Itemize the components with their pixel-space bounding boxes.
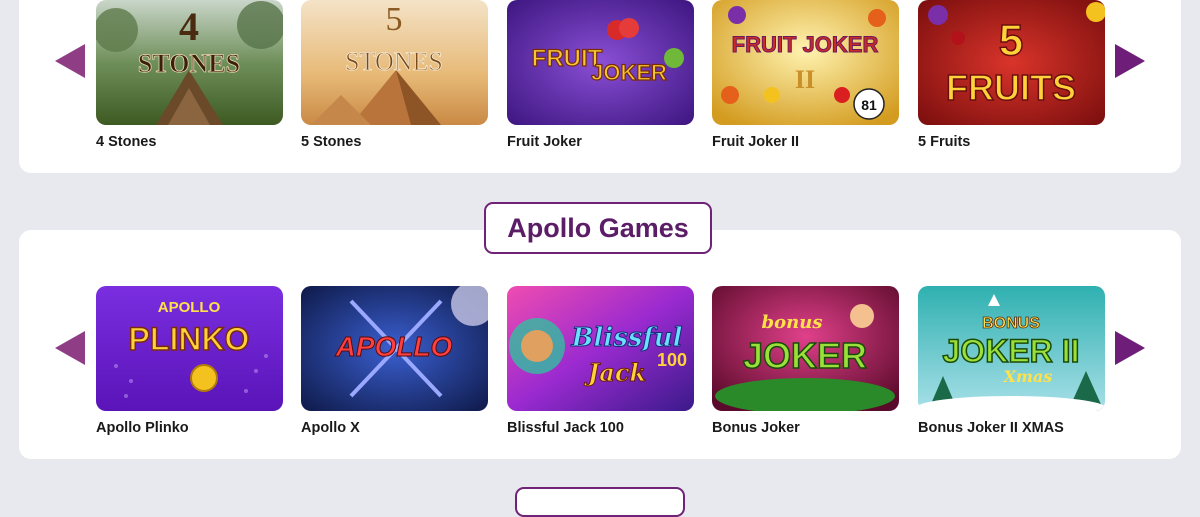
svg-text:PLINKO: PLINKO xyxy=(129,321,250,357)
svg-text:JOKER: JOKER xyxy=(743,335,867,376)
svg-text:JOKER II: JOKER II xyxy=(943,333,1080,369)
svg-text:bonus: bonus xyxy=(762,312,823,333)
svg-text:Xmas: Xmas xyxy=(1003,367,1053,386)
game-title[interactable]: Fruit Joker xyxy=(507,134,582,150)
game-tile-bonus-joker[interactable]: bonus JOKER xyxy=(712,286,899,411)
section-title-apollo-games: Apollo Games xyxy=(484,202,712,254)
game-title[interactable]: 4 Stones xyxy=(96,134,156,150)
game-thumbnail-image: FRUIT JOKER xyxy=(507,0,694,125)
game-thumbnail-image: APOLLO xyxy=(301,286,488,411)
carousel-next-button[interactable] xyxy=(1115,44,1145,78)
game-thumbnail-image: BONUS JOKER II Xmas xyxy=(918,286,1105,411)
game-thumbnail-image: bonus JOKER xyxy=(712,286,899,411)
game-thumbnail-image: 5 FRUITS xyxy=(918,0,1105,125)
carousel-next-button[interactable] xyxy=(1115,331,1145,365)
svg-text:APOLLO: APOLLO xyxy=(158,299,221,316)
game-title[interactable]: Blissful Jack 100 xyxy=(507,420,624,436)
game-tile-fruit-joker[interactable]: FRUIT JOKER xyxy=(507,0,694,125)
svg-text:FRUITS: FRUITS xyxy=(946,67,1076,108)
svg-text:FRUIT JOKER: FRUIT JOKER xyxy=(732,32,879,57)
game-title[interactable]: Bonus Joker II XMAS xyxy=(918,420,1064,436)
game-tile-bonus-joker-ii-xmas[interactable]: BONUS JOKER II Xmas xyxy=(918,286,1105,411)
game-tile-blissful-jack-100[interactable]: Blissful Jack 100 xyxy=(507,286,694,411)
svg-text:Blissful: Blissful xyxy=(571,323,683,353)
svg-text:81: 81 xyxy=(861,97,877,113)
svg-text:BONUS: BONUS xyxy=(982,315,1040,332)
svg-text:APOLLO: APOLLO xyxy=(335,331,453,362)
game-tile-apollo-plinko[interactable]: APOLLO PLINKO xyxy=(96,286,283,411)
game-thumbnail-image: FRUIT JOKER II 81 xyxy=(712,0,899,125)
svg-text:100: 100 xyxy=(657,350,687,370)
game-title[interactable]: Fruit Joker II xyxy=(712,134,799,150)
game-tile-5-fruits[interactable]: 5 FRUITS xyxy=(918,0,1105,125)
game-title[interactable]: Apollo Plinko xyxy=(96,420,189,436)
game-tile-4-stones[interactable]: 4 STONES xyxy=(96,0,283,125)
game-tile-fruit-joker-ii[interactable]: FRUIT JOKER II 81 xyxy=(712,0,899,125)
svg-text:STONES: STONES xyxy=(345,47,443,76)
carousel-prev-button[interactable] xyxy=(55,331,85,365)
game-tile-apollo-x[interactable]: APOLLO xyxy=(301,286,488,411)
game-tile-5-stones[interactable]: 5 STONES xyxy=(301,0,488,125)
svg-text:II: II xyxy=(795,65,815,94)
game-thumbnail-image: Blissful Jack 100 xyxy=(507,286,694,411)
game-thumbnail-image: APOLLO PLINKO xyxy=(96,286,283,411)
carousel-prev-button[interactable] xyxy=(55,44,85,78)
svg-text:JOKER: JOKER xyxy=(591,60,667,85)
game-thumbnail-image: 5 STONES xyxy=(301,0,488,125)
svg-text:4: 4 xyxy=(179,4,199,49)
svg-text:STONES: STONES xyxy=(138,49,240,78)
game-title[interactable]: Bonus Joker xyxy=(712,420,800,436)
game-title[interactable]: Apollo X xyxy=(301,420,360,436)
svg-text:5: 5 xyxy=(386,1,403,38)
next-section-title xyxy=(515,487,685,517)
svg-text:5: 5 xyxy=(999,16,1023,65)
game-title[interactable]: 5 Fruits xyxy=(918,134,970,150)
game-title[interactable]: 5 Stones xyxy=(301,134,361,150)
game-thumbnail-image: 4 STONES xyxy=(96,0,283,125)
svg-text:Jack: Jack xyxy=(584,358,646,387)
